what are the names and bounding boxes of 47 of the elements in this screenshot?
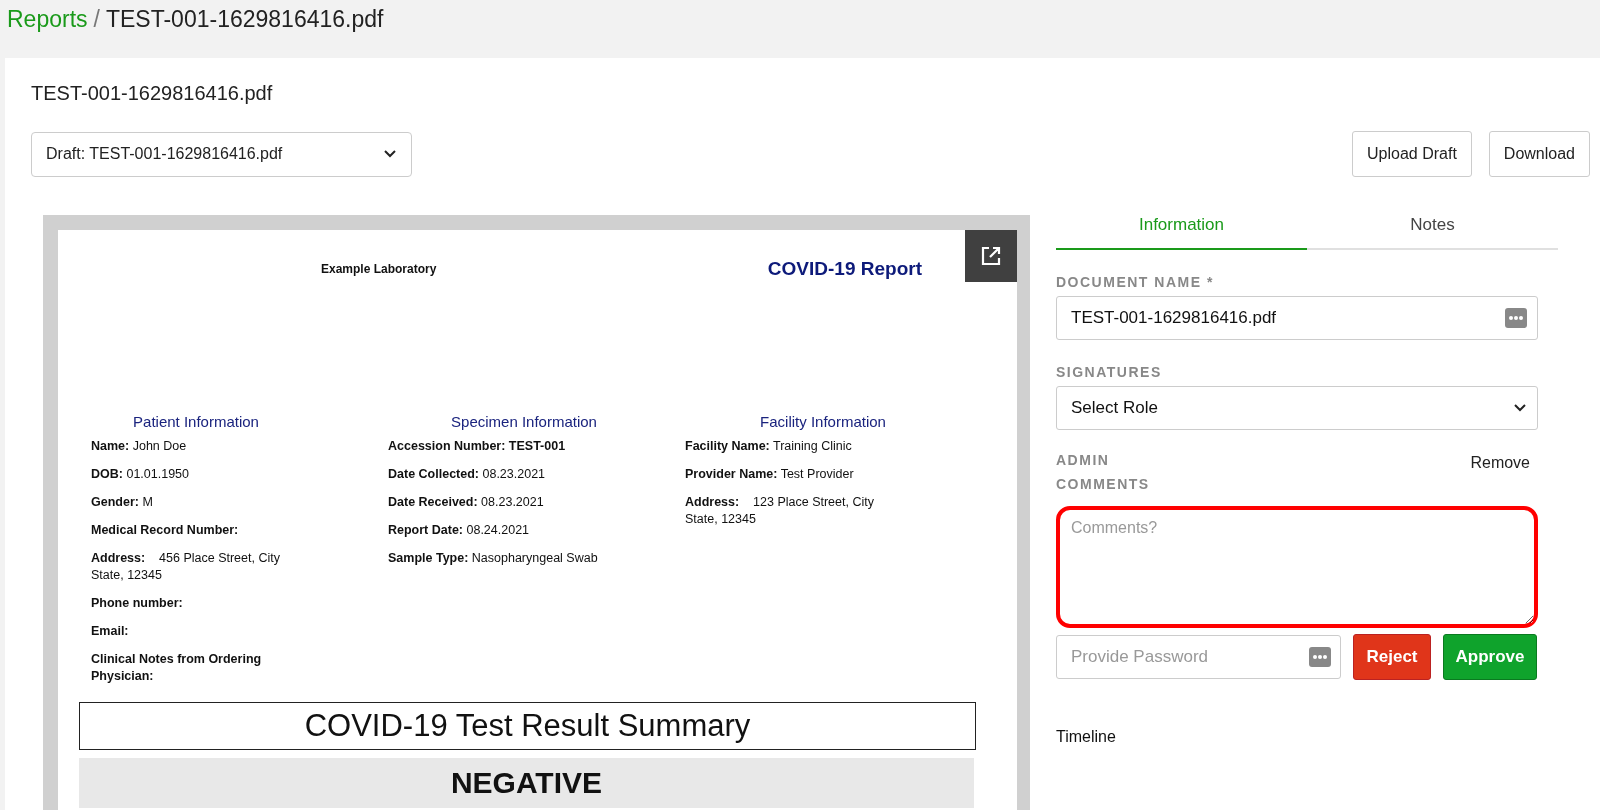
more-icon xyxy=(1505,308,1527,328)
report-field: Provider Name: Test Provider xyxy=(685,466,905,483)
report-field: Phone number: xyxy=(91,595,311,612)
open-external-icon xyxy=(980,245,1002,267)
report-field: Name: John Doe xyxy=(91,438,311,455)
report-field: Address: 123 Place Street, City State, 12345 xyxy=(685,494,905,528)
section-heading: Facility Information xyxy=(759,413,887,430)
result-banner: NEGATIVE xyxy=(79,758,974,808)
chevron-down-icon xyxy=(1513,403,1527,413)
report-field: Accession Number: TEST-001 xyxy=(388,438,608,455)
section-heading: Patient Information xyxy=(132,413,260,430)
field-label: SIGNATURES xyxy=(1056,364,1163,380)
field-label: ADMIN COMMENTS xyxy=(1056,451,1151,494)
report-title: COVID-19 Report xyxy=(767,258,922,280)
lab-name: Example Laboratory xyxy=(321,262,437,276)
signatures-select[interactable]: Select Role xyxy=(1056,386,1538,430)
report-field: Email: xyxy=(91,623,311,640)
report-field: Gender: M xyxy=(91,494,311,511)
breadcrumb-current: TEST-001-1629816416.pdf xyxy=(105,5,384,33)
report-field: Sample Type: Nasopharyngeal Swab xyxy=(388,550,608,567)
section-heading: Specimen Information xyxy=(450,413,598,430)
action-button[interactable]: Download xyxy=(1488,131,1590,177)
version-select[interactable]: Draft: TEST-001-1629816416.pdf xyxy=(31,131,412,177)
report-field: Date Collected: 08.23.2021 xyxy=(388,466,608,483)
report-field: Date Received: 08.23.2021 xyxy=(388,494,608,511)
tab[interactable]: Information xyxy=(1056,215,1307,250)
report-field: Facility Name: Training Clinic xyxy=(685,438,905,455)
document-title: TEST-001-1629816416.pdf xyxy=(31,82,274,105)
chevron-down-icon xyxy=(383,149,397,159)
report-field: Clinical Notes from Ordering Physician: xyxy=(91,651,311,685)
report-field: Address: 456 Place Street, City State, 12345 xyxy=(91,550,311,584)
password-field[interactable]: Provide Password xyxy=(1056,635,1341,679)
remove-link[interactable]: Remove xyxy=(1470,454,1530,496)
action-button[interactable]: Upload Draft xyxy=(1352,131,1472,177)
report-field: Medical Record Number: xyxy=(91,522,311,539)
field-label: DOCUMENT NAME * xyxy=(1056,274,1215,290)
tab[interactable]: Notes xyxy=(1307,215,1558,248)
report-field: DOB: 01.01.1950 xyxy=(91,466,311,483)
timeline-heading: Timeline xyxy=(1056,728,1117,746)
summary-title: COVID-19 Test Result Summary xyxy=(79,702,976,750)
breadcrumb-separator: / xyxy=(93,5,100,33)
open-external-button[interactable] xyxy=(965,230,1017,282)
more-icon xyxy=(1309,647,1331,667)
reject-button[interactable]: Reject xyxy=(1353,634,1431,680)
document-name-field[interactable]: TEST-001-1629816416.pdf xyxy=(1056,296,1538,340)
report-field: Report Date: 08.24.2021 xyxy=(388,522,608,539)
comments-field[interactable]: Comments? xyxy=(1056,506,1538,628)
